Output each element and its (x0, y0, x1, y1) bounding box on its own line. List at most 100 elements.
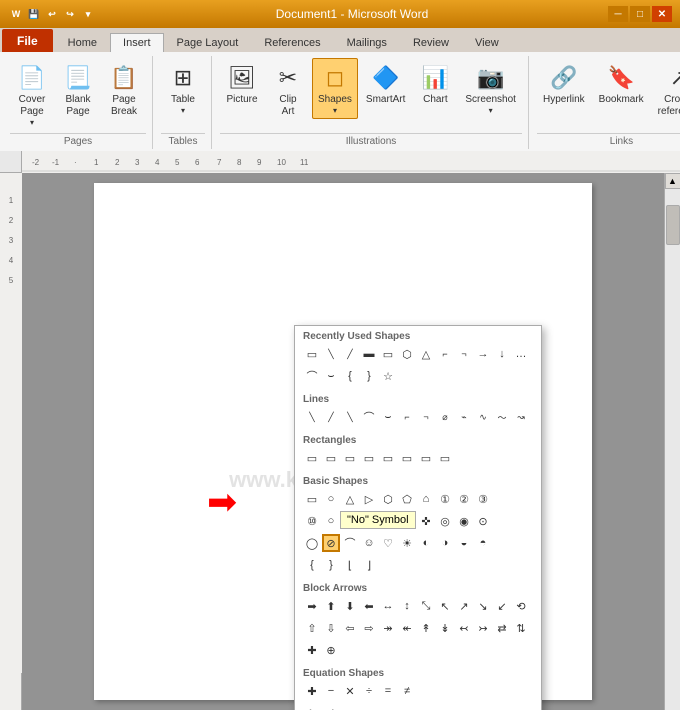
cross-reference-button[interactable]: ↗ Cross-reference (652, 58, 680, 122)
no-symbol-shape[interactable]: ⊘ (322, 534, 340, 552)
basic-d3[interactable]: ③ (474, 490, 492, 508)
shape-line2[interactable]: ╱ (341, 345, 359, 363)
basic-moon3[interactable]: ◒ (455, 534, 473, 552)
ba-plus[interactable]: ✚ (303, 641, 321, 659)
basic-cyl[interactable]: ⑩ (303, 512, 321, 530)
tab-references[interactable]: References (251, 33, 333, 52)
ba-down[interactable]: ⬇ (341, 597, 359, 615)
ba-left[interactable]: ⬅ (360, 597, 378, 615)
shape-dots[interactable]: … (512, 345, 530, 363)
rect-3[interactable]: ▭ (341, 449, 359, 467)
eq-div[interactable]: ÷ (360, 682, 378, 700)
shape-brace-r[interactable]: } (360, 367, 378, 385)
tab-insert[interactable]: Insert (110, 33, 164, 52)
ba-b6[interactable]: ↞ (398, 619, 416, 637)
tab-home[interactable]: Home (55, 33, 110, 52)
line-diag2[interactable]: ╱ (322, 408, 340, 426)
picture-button[interactable]: 🖼 Picture (220, 58, 264, 110)
basic-moon4[interactable]: ◓ (474, 534, 492, 552)
shape-corn2[interactable]: ¬ (455, 345, 473, 363)
ba-diag[interactable]: ⤡ (417, 597, 435, 615)
tab-page-layout[interactable]: Page Layout (164, 33, 252, 52)
basic-oct[interactable]: ⬠ (398, 490, 416, 508)
tab-review[interactable]: Review (400, 33, 462, 52)
bookmark-button[interactable]: 🔖 Bookmark (593, 58, 650, 110)
basic-d2[interactable]: ② (455, 490, 473, 508)
line-diag3[interactable]: ╲ (341, 408, 359, 426)
scroll-up-arrow[interactable]: ▲ (665, 173, 680, 189)
ba-lr[interactable]: ↔ (379, 597, 397, 615)
ba-right[interactable]: ➡ (303, 597, 321, 615)
ba-ur[interactable]: ↗ (455, 597, 473, 615)
basic-moon2[interactable]: ◑ (436, 534, 454, 552)
line-bend1[interactable]: ⌐ (398, 408, 416, 426)
shapes-button[interactable]: ◻ Shapes ▾ (312, 58, 358, 119)
ba-b10[interactable]: ↣ (474, 619, 492, 637)
close-button[interactable]: ✕ (652, 6, 672, 22)
line-bend3[interactable]: ⌀ (436, 408, 454, 426)
vertical-scrollbar[interactable]: ▲ (664, 173, 680, 710)
screenshot-button[interactable]: 📷 Screenshot ▾ (459, 58, 522, 119)
basic-targ3[interactable]: ⊙ (474, 512, 492, 530)
basic-targ[interactable]: ◎ (436, 512, 454, 530)
basic-house[interactable]: ⌂ (417, 490, 435, 508)
shapes-dropdown[interactable]: Recently Used Shapes ▭ ╲ ╱ ▬ ▭ ⬡ △ ⌐ ¬ →… (294, 325, 542, 710)
ba-b11[interactable]: ⇄ (493, 619, 511, 637)
window-controls[interactable]: ─ □ ✕ (608, 6, 672, 22)
shape-line1[interactable]: ╲ (322, 345, 340, 363)
shape-bar[interactable]: ▬ (360, 345, 378, 363)
shape-corn[interactable]: ⌐ (436, 345, 454, 363)
ba-b9[interactable]: ↢ (455, 619, 473, 637)
maximize-button[interactable]: □ (630, 6, 650, 22)
basic-cross[interactable]: ✜ (417, 512, 435, 530)
basic-bracket-l[interactable]: ⌊ (341, 556, 359, 574)
basic-rtri[interactable]: ▷ (360, 490, 378, 508)
rect-4[interactable]: ▭ (360, 449, 378, 467)
line-curve1[interactable]: ⌒ (360, 408, 378, 426)
basic-crescent[interactable]: ◯ (303, 534, 321, 552)
ba-b2[interactable]: ⇩ (322, 619, 340, 637)
basic-hex[interactable]: ⬡ (379, 490, 397, 508)
line-wave[interactable]: ∿ (474, 408, 492, 426)
eq-equal[interactable]: = (379, 682, 397, 700)
shape-star[interactable]: ☆ (379, 367, 397, 385)
basic-oval[interactable]: ○ (322, 512, 340, 530)
tab-mailings[interactable]: Mailings (334, 33, 400, 52)
ba-ul[interactable]: ↖ (436, 597, 454, 615)
ba-dl[interactable]: ↙ (493, 597, 511, 615)
ba-up[interactable]: ⬆ (322, 597, 340, 615)
ba-b7[interactable]: ↟ (417, 619, 435, 637)
cover-page-button[interactable]: 📄 CoverPage ▾ (10, 58, 54, 131)
basic-brace-l[interactable]: { (303, 556, 321, 574)
save-quick-btn[interactable]: 💾 (26, 6, 42, 22)
basic-targ2[interactable]: ◉ (455, 512, 473, 530)
quick-access-toolbar[interactable]: W 💾 ↩ ↪ ▾ (8, 6, 96, 22)
shape-rect[interactable]: ▭ (303, 345, 321, 363)
rect-8[interactable]: ▭ (436, 449, 454, 467)
line-curve2[interactable]: ⌣ (379, 408, 397, 426)
line-spiral[interactable]: ↝ (512, 408, 530, 426)
dropdown-quick-btn[interactable]: ▾ (80, 6, 96, 22)
shape-arr-r[interactable]: → (474, 345, 492, 363)
rect-6[interactable]: ▭ (398, 449, 416, 467)
basic-tri[interactable]: △ (341, 490, 359, 508)
basic-wave[interactable]: ⌒ (341, 534, 359, 552)
ba-b4[interactable]: ⇨ (360, 619, 378, 637)
basic-smiley[interactable]: ☺ (360, 534, 378, 552)
eq-plus[interactable]: ✚ (303, 682, 321, 700)
basic-sun[interactable]: ☀ (398, 534, 416, 552)
tab-view[interactable]: View (462, 33, 512, 52)
line-bend2[interactable]: ¬ (417, 408, 435, 426)
redo-quick-btn[interactable]: ↪ (62, 6, 78, 22)
eq-nequal[interactable]: ≠ (398, 682, 416, 700)
chart-button[interactable]: 📊 Chart (413, 58, 457, 110)
hyperlink-button[interactable]: 🔗 Hyperlink (537, 58, 591, 110)
smartart-button[interactable]: 🔷 SmartArt (360, 58, 411, 110)
shape-tri[interactable]: △ (417, 345, 435, 363)
basic-rect[interactable]: ▭ (303, 490, 321, 508)
shape-hex[interactable]: ⬡ (398, 345, 416, 363)
undo-quick-btn[interactable]: ↩ (44, 6, 60, 22)
clip-art-button[interactable]: ✂ ClipArt (266, 58, 310, 122)
ba-b12[interactable]: ⇅ (512, 619, 530, 637)
eq-times[interactable]: ✕ (341, 682, 359, 700)
